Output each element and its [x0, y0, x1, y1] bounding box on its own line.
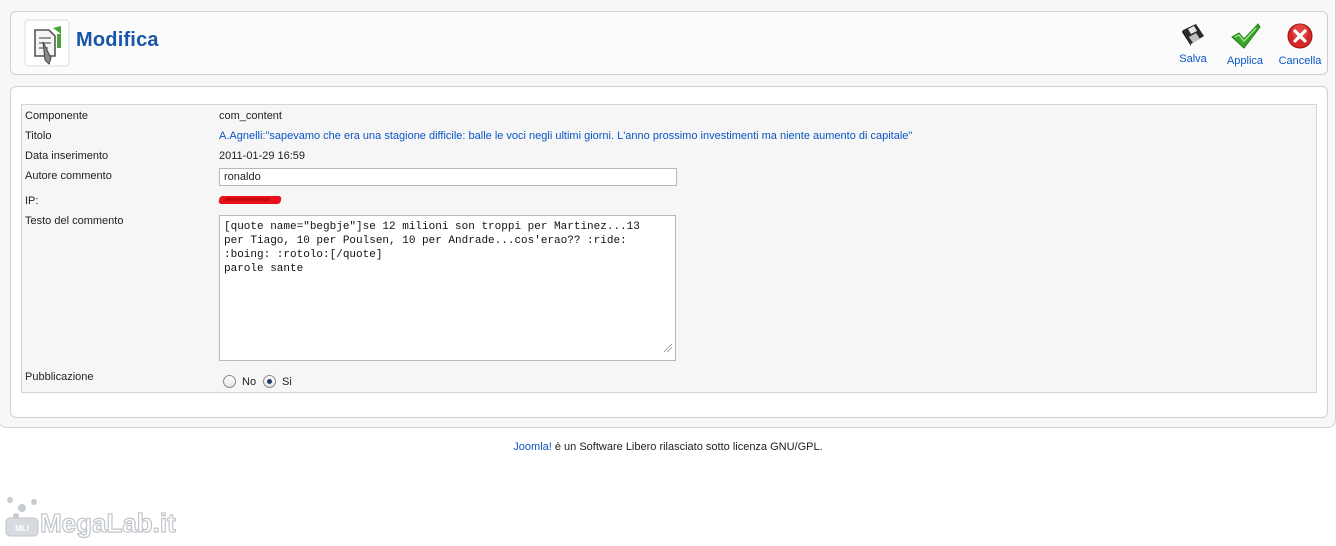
admin-frame: Modifica Salva Applica Cancella Componen… — [0, 0, 1336, 428]
close-icon — [1287, 23, 1313, 49]
componente-label: Componente — [25, 110, 88, 122]
apply-button[interactable]: Applica — [1220, 22, 1270, 70]
toolbar: Modifica Salva Applica Cancella — [10, 11, 1328, 75]
pubblicazione-label: Pubblicazione — [25, 371, 94, 383]
floppy-disk-icon — [1182, 24, 1204, 46]
edit-form-panel: Componente com_content Titolo A.Agnelli:… — [10, 86, 1328, 418]
cancel-button[interactable]: Cancella — [1275, 22, 1325, 70]
save-button[interactable]: Salva — [1168, 22, 1218, 70]
footer-text: è un Software Libero rilasciato sotto li… — [551, 441, 823, 453]
article-edit-icon — [24, 19, 70, 67]
data-inserimento-label: Data inserimento — [25, 150, 109, 162]
apply-label: Applica — [1226, 55, 1264, 67]
joomla-link[interactable]: Joomla! — [513, 441, 552, 453]
watermark-text: MegaLab.it — [40, 508, 176, 538]
ip-redacted-value — [218, 196, 282, 204]
comment-textarea[interactable]: [quote name="begbje"]se 12 milioni son t… — [219, 215, 676, 361]
autore-input[interactable] — [219, 168, 677, 186]
radio-si[interactable] — [263, 375, 276, 388]
cancel-label: Cancella — [1278, 55, 1322, 67]
titolo-link[interactable]: A.Agnelli:"sapevamo che era una stagione… — [219, 130, 912, 142]
radio-no[interactable] — [223, 375, 236, 388]
watermark-badge: MLI — [15, 524, 29, 533]
componente-value: com_content — [219, 110, 282, 122]
testo-label: Testo del commento — [25, 215, 124, 227]
edit-form: Componente com_content Titolo A.Agnelli:… — [21, 104, 1317, 393]
ip-label: IP: — [25, 195, 39, 207]
autore-label: Autore commento — [25, 170, 112, 182]
checkmark-icon — [1231, 23, 1261, 49]
save-label: Salva — [1179, 53, 1207, 65]
radio-si-label: Si — [282, 376, 292, 388]
megalab-watermark-logo: MLI MegaLab.it — [5, 497, 177, 539]
titolo-label: Titolo — [25, 130, 52, 142]
resize-handle[interactable] — [663, 343, 673, 353]
page-title: Modifica — [76, 29, 159, 51]
radio-no-label: No — [242, 376, 257, 388]
resize-grip-icon — [664, 344, 672, 352]
data-inserimento-value: 2011-01-29 16:59 — [219, 150, 306, 162]
footer: Joomla! è un Software Libero rilasciato … — [0, 441, 1336, 453]
